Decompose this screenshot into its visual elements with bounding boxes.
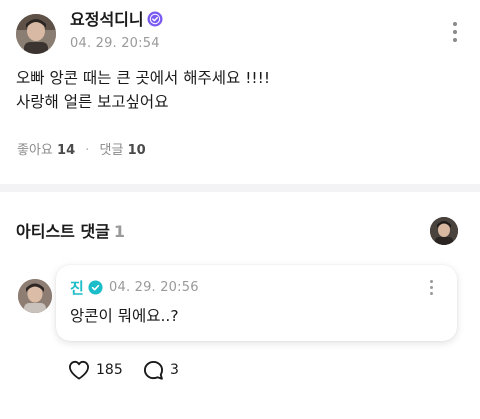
comments-count: 10 (127, 143, 146, 158)
post-author-name[interactable]: 요정석디니 (70, 10, 163, 30)
post-body-line: 사랑해 얼른 보고싶어요 (16, 93, 169, 111)
verified-badge-icon (88, 280, 103, 295)
comment-more-icon[interactable] (426, 280, 436, 302)
artist-avatar-thumbnail[interactable] (430, 217, 458, 245)
likes-count: 14 (57, 143, 76, 158)
post-author-name-text: 요정석디니 (70, 10, 144, 29)
speech-bubble-icon (143, 360, 164, 380)
post-detail-screen: 요정석디니 04. 29. 20:54 오빠 앙콘 때는 큰 곳에서 해주세요 … (0, 0, 480, 419)
comment-reply-button[interactable]: 3 (143, 358, 179, 382)
comment-author-name[interactable]: 진 (70, 278, 84, 298)
post-body: 오빠 앙콘 때는 큰 곳에서 해주세요 !!!! 사랑해 얼른 보고싶어요 (16, 66, 456, 114)
post-timestamp: 04. 29. 20:54 (70, 36, 160, 51)
stats-separator: · (85, 143, 90, 158)
comments-label[interactable]: 댓글 (100, 143, 124, 158)
comment-author-avatar[interactable] (18, 279, 52, 313)
avatar-image (18, 279, 52, 313)
verified-badge-icon (147, 11, 163, 27)
avatar-image (430, 217, 458, 245)
post-stats: 좋아요 14 · 댓글 10 (17, 142, 146, 160)
comment-timestamp: 04. 29. 20:56 (109, 280, 199, 295)
likes-label[interactable]: 좋아요 (17, 143, 53, 158)
post-body-line: 오빠 앙콘 때는 큰 곳에서 해주세요 !!!! (16, 69, 271, 87)
artist-comments-title-text: 아티스트 댓글 (16, 222, 110, 241)
artist-comments-title: 아티스트 댓글 1 (16, 222, 125, 242)
post-more-icon[interactable] (450, 22, 460, 48)
post-author-avatar[interactable] (16, 14, 56, 54)
artist-comment-card[interactable]: 진 04. 29. 20:56 앙콘이 뭐에요..? (56, 265, 457, 341)
heart-outline-icon (69, 360, 89, 380)
comment-like-count: 185 (96, 362, 123, 378)
avatar-image (16, 14, 56, 54)
artist-comments-count: 1 (113, 222, 126, 241)
comment-like-button[interactable]: 185 (68, 358, 123, 382)
section-divider (0, 184, 480, 192)
comment-text: 앙콘이 뭐에요..? (70, 307, 179, 325)
comment-reply-count: 3 (170, 362, 179, 378)
